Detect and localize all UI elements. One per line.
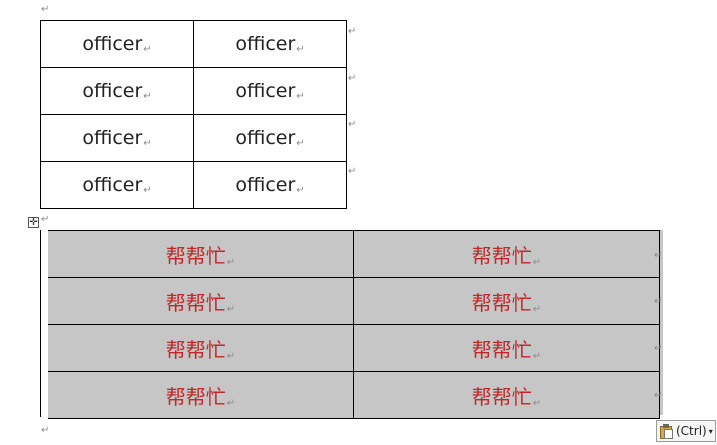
cell-end-mark: ↵ bbox=[296, 185, 305, 196]
paste-options-button[interactable]: (Ctrl) ▾ bbox=[656, 420, 716, 442]
cell-end-mark: ↵ bbox=[532, 256, 542, 268]
table-row: officer↵ officer↵ bbox=[40, 67, 347, 115]
table-cell[interactable]: 帮帮忙↵ bbox=[353, 324, 660, 372]
table-cell[interactable]: 帮帮忙↵ bbox=[353, 277, 660, 325]
table-cell[interactable]: 帮帮忙↵ bbox=[40, 371, 354, 419]
table-cell[interactable]: officer↵ bbox=[40, 67, 194, 115]
table-cell[interactable]: 帮帮忙↵ bbox=[40, 230, 354, 278]
table-row: officer↵ officer↵ bbox=[40, 161, 347, 209]
table-left-border bbox=[40, 230, 41, 417]
table-row: officer↵ officer↵ bbox=[40, 114, 347, 162]
cell-end-mark: ↵ bbox=[143, 91, 152, 102]
table-row: 帮帮忙↵ 帮帮忙↵ bbox=[40, 230, 660, 278]
table-cell[interactable]: officer↵ bbox=[193, 114, 347, 162]
cell-end-mark: ↵ bbox=[143, 138, 152, 149]
table-cell[interactable]: officer↵ bbox=[40, 114, 194, 162]
cell-end-mark: ↵ bbox=[532, 303, 542, 315]
chevron-down-icon: ▾ bbox=[708, 426, 713, 436]
row-end-mark: ↵ bbox=[348, 26, 357, 37]
table-cell[interactable]: 帮帮忙↵ bbox=[40, 324, 354, 372]
cell-end-mark: ↵ bbox=[532, 350, 542, 362]
cell-end-mark: ↵ bbox=[226, 256, 236, 268]
row-end-mark: ↵ bbox=[348, 73, 357, 84]
table-row: 帮帮忙↵ 帮帮忙↵ bbox=[40, 324, 660, 372]
cell-end-mark: ↵ bbox=[226, 397, 236, 409]
paragraph-mark: ↵ bbox=[41, 214, 50, 225]
table-move-handle-icon[interactable]: ✛ bbox=[28, 217, 39, 228]
cell-end-mark: ↵ bbox=[296, 44, 305, 55]
cell-end-mark: ↵ bbox=[143, 185, 152, 196]
cell-end-mark: ↵ bbox=[226, 303, 236, 315]
table-cell[interactable]: officer↵ bbox=[193, 161, 347, 209]
row-end-mark: ↵ bbox=[348, 119, 357, 130]
table-cell[interactable]: officer↵ bbox=[40, 20, 194, 68]
row-end-mark: ↵ bbox=[348, 166, 357, 177]
row-end-mark: ↵ bbox=[654, 390, 663, 401]
table-cell[interactable]: officer↵ bbox=[193, 20, 347, 68]
row-end-mark: ↵ bbox=[654, 296, 663, 307]
table-officer[interactable]: officer↵ officer↵ officer↵ officer↵ offi… bbox=[40, 20, 347, 209]
row-end-mark: ↵ bbox=[654, 250, 663, 261]
cell-end-mark: ↵ bbox=[532, 397, 542, 409]
table-row: 帮帮忙↵ 帮帮忙↵ bbox=[40, 371, 660, 419]
cell-end-mark: ↵ bbox=[143, 44, 152, 55]
table-row: officer↵ officer↵ bbox=[40, 20, 347, 68]
row-end-mark: ↵ bbox=[654, 343, 663, 354]
cell-end-mark: ↵ bbox=[296, 91, 305, 102]
paragraph-mark: ↵ bbox=[41, 425, 50, 436]
table-selected[interactable]: 帮帮忙↵ 帮帮忙↵ 帮帮忙↵ 帮帮忙↵ 帮帮忙↵ 帮帮忙↵ 帮帮忙↵ 帮帮忙↵ bbox=[40, 230, 660, 419]
table-cell[interactable]: 帮帮忙↵ bbox=[353, 371, 660, 419]
cell-end-mark: ↵ bbox=[226, 350, 236, 362]
table-cell[interactable]: officer↵ bbox=[40, 161, 194, 209]
paste-options-label: (Ctrl) bbox=[676, 424, 707, 438]
table-cell[interactable]: 帮帮忙↵ bbox=[353, 230, 660, 278]
table-row: 帮帮忙↵ 帮帮忙↵ bbox=[40, 277, 660, 325]
table-cell[interactable]: 帮帮忙↵ bbox=[40, 277, 354, 325]
table-cell[interactable]: officer↵ bbox=[193, 67, 347, 115]
clipboard-icon bbox=[660, 423, 673, 439]
cell-end-mark: ↵ bbox=[296, 138, 305, 149]
paragraph-mark: ↵ bbox=[41, 4, 50, 15]
